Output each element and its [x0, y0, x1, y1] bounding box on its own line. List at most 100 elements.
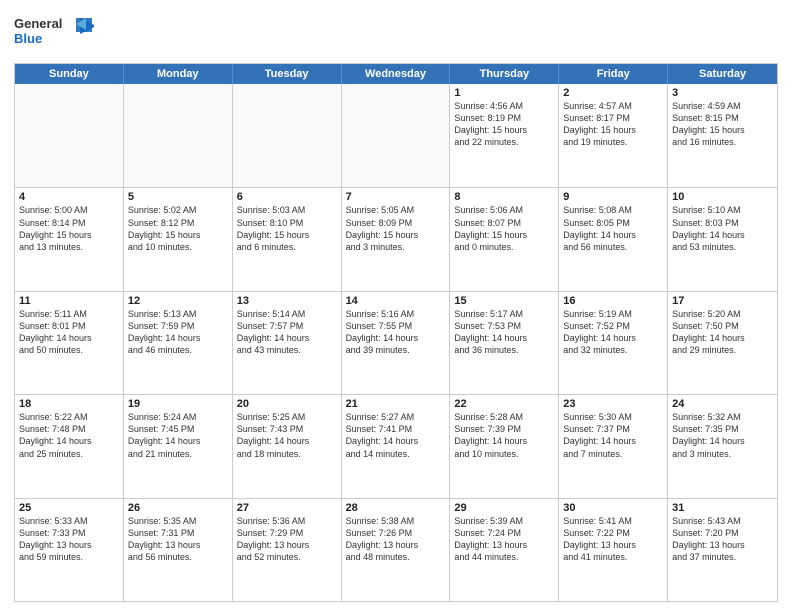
day-info: Sunrise: 5:10 AM Sunset: 8:03 PM Dayligh… [672, 204, 773, 253]
day-info: Sunrise: 5:28 AM Sunset: 7:39 PM Dayligh… [454, 411, 554, 460]
day-info: Sunrise: 5:19 AM Sunset: 7:52 PM Dayligh… [563, 308, 663, 357]
day-number: 7 [346, 191, 446, 203]
day-number: 4 [19, 191, 119, 203]
day-cell-14: 14Sunrise: 5:16 AM Sunset: 7:55 PM Dayli… [342, 292, 451, 394]
day-info: Sunrise: 4:59 AM Sunset: 8:15 PM Dayligh… [672, 100, 773, 149]
day-info: Sunrise: 5:02 AM Sunset: 8:12 PM Dayligh… [128, 204, 228, 253]
day-cell-1: 1Sunrise: 4:56 AM Sunset: 8:19 PM Daylig… [450, 84, 559, 187]
svg-text:General: General [14, 16, 62, 31]
day-cell-30: 30Sunrise: 5:41 AM Sunset: 7:22 PM Dayli… [559, 499, 668, 601]
day-info: Sunrise: 5:24 AM Sunset: 7:45 PM Dayligh… [128, 411, 228, 460]
day-cell-25: 25Sunrise: 5:33 AM Sunset: 7:33 PM Dayli… [15, 499, 124, 601]
day-info: Sunrise: 5:38 AM Sunset: 7:26 PM Dayligh… [346, 515, 446, 564]
day-info: Sunrise: 5:14 AM Sunset: 7:57 PM Dayligh… [237, 308, 337, 357]
day-number: 5 [128, 191, 228, 203]
day-cell-empty [233, 84, 342, 187]
day-number: 3 [672, 87, 773, 99]
day-number: 9 [563, 191, 663, 203]
day-number: 1 [454, 87, 554, 99]
day-info: Sunrise: 5:13 AM Sunset: 7:59 PM Dayligh… [128, 308, 228, 357]
day-cell-8: 8Sunrise: 5:06 AM Sunset: 8:07 PM Daylig… [450, 188, 559, 290]
day-number: 29 [454, 502, 554, 514]
day-info: Sunrise: 5:25 AM Sunset: 7:43 PM Dayligh… [237, 411, 337, 460]
day-cell-26: 26Sunrise: 5:35 AM Sunset: 7:31 PM Dayli… [124, 499, 233, 601]
svg-text:Blue: Blue [14, 31, 42, 46]
weekday-header-sunday: Sunday [15, 64, 124, 84]
day-info: Sunrise: 5:03 AM Sunset: 8:10 PM Dayligh… [237, 204, 337, 253]
day-cell-18: 18Sunrise: 5:22 AM Sunset: 7:48 PM Dayli… [15, 395, 124, 497]
day-cell-16: 16Sunrise: 5:19 AM Sunset: 7:52 PM Dayli… [559, 292, 668, 394]
day-cell-13: 13Sunrise: 5:14 AM Sunset: 7:57 PM Dayli… [233, 292, 342, 394]
weekday-header-thursday: Thursday [450, 64, 559, 84]
day-cell-9: 9Sunrise: 5:08 AM Sunset: 8:05 PM Daylig… [559, 188, 668, 290]
week-row-3: 11Sunrise: 5:11 AM Sunset: 8:01 PM Dayli… [15, 291, 777, 394]
day-number: 27 [237, 502, 337, 514]
day-cell-10: 10Sunrise: 5:10 AM Sunset: 8:03 PM Dayli… [668, 188, 777, 290]
day-cell-15: 15Sunrise: 5:17 AM Sunset: 7:53 PM Dayli… [450, 292, 559, 394]
weekday-header-monday: Monday [124, 64, 233, 84]
day-cell-5: 5Sunrise: 5:02 AM Sunset: 8:12 PM Daylig… [124, 188, 233, 290]
day-number: 22 [454, 398, 554, 410]
day-info: Sunrise: 5:08 AM Sunset: 8:05 PM Dayligh… [563, 204, 663, 253]
day-info: Sunrise: 5:16 AM Sunset: 7:55 PM Dayligh… [346, 308, 446, 357]
day-info: Sunrise: 5:11 AM Sunset: 8:01 PM Dayligh… [19, 308, 119, 357]
day-info: Sunrise: 5:41 AM Sunset: 7:22 PM Dayligh… [563, 515, 663, 564]
weekday-header-saturday: Saturday [668, 64, 777, 84]
day-number: 14 [346, 295, 446, 307]
day-cell-28: 28Sunrise: 5:38 AM Sunset: 7:26 PM Dayli… [342, 499, 451, 601]
week-row-1: 1Sunrise: 4:56 AM Sunset: 8:19 PM Daylig… [15, 84, 777, 187]
day-info: Sunrise: 5:06 AM Sunset: 8:07 PM Dayligh… [454, 204, 554, 253]
day-cell-31: 31Sunrise: 5:43 AM Sunset: 7:20 PM Dayli… [668, 499, 777, 601]
day-info: Sunrise: 5:39 AM Sunset: 7:24 PM Dayligh… [454, 515, 554, 564]
day-cell-empty [15, 84, 124, 187]
day-info: Sunrise: 5:35 AM Sunset: 7:31 PM Dayligh… [128, 515, 228, 564]
day-cell-2: 2Sunrise: 4:57 AM Sunset: 8:17 PM Daylig… [559, 84, 668, 187]
day-number: 28 [346, 502, 446, 514]
day-cell-7: 7Sunrise: 5:05 AM Sunset: 8:09 PM Daylig… [342, 188, 451, 290]
day-number: 31 [672, 502, 773, 514]
day-info: Sunrise: 5:30 AM Sunset: 7:37 PM Dayligh… [563, 411, 663, 460]
logo-area: General Blue [14, 10, 94, 57]
day-number: 12 [128, 295, 228, 307]
day-cell-24: 24Sunrise: 5:32 AM Sunset: 7:35 PM Dayli… [668, 395, 777, 497]
day-cell-4: 4Sunrise: 5:00 AM Sunset: 8:14 PM Daylig… [15, 188, 124, 290]
day-cell-3: 3Sunrise: 4:59 AM Sunset: 8:15 PM Daylig… [668, 84, 777, 187]
day-cell-21: 21Sunrise: 5:27 AM Sunset: 7:41 PM Dayli… [342, 395, 451, 497]
day-number: 18 [19, 398, 119, 410]
day-number: 21 [346, 398, 446, 410]
day-cell-17: 17Sunrise: 5:20 AM Sunset: 7:50 PM Dayli… [668, 292, 777, 394]
day-number: 23 [563, 398, 663, 410]
day-cell-20: 20Sunrise: 5:25 AM Sunset: 7:43 PM Dayli… [233, 395, 342, 497]
calendar-body: 1Sunrise: 4:56 AM Sunset: 8:19 PM Daylig… [15, 84, 777, 601]
day-cell-19: 19Sunrise: 5:24 AM Sunset: 7:45 PM Dayli… [124, 395, 233, 497]
day-cell-6: 6Sunrise: 5:03 AM Sunset: 8:10 PM Daylig… [233, 188, 342, 290]
week-row-4: 18Sunrise: 5:22 AM Sunset: 7:48 PM Dayli… [15, 394, 777, 497]
day-number: 26 [128, 502, 228, 514]
weekday-header-tuesday: Tuesday [233, 64, 342, 84]
day-number: 13 [237, 295, 337, 307]
logo: General Blue [14, 10, 94, 57]
day-info: Sunrise: 5:20 AM Sunset: 7:50 PM Dayligh… [672, 308, 773, 357]
day-number: 24 [672, 398, 773, 410]
day-number: 20 [237, 398, 337, 410]
weekday-header-friday: Friday [559, 64, 668, 84]
day-number: 25 [19, 502, 119, 514]
day-info: Sunrise: 5:27 AM Sunset: 7:41 PM Dayligh… [346, 411, 446, 460]
day-number: 11 [19, 295, 119, 307]
day-info: Sunrise: 5:32 AM Sunset: 7:35 PM Dayligh… [672, 411, 773, 460]
day-number: 30 [563, 502, 663, 514]
day-info: Sunrise: 5:00 AM Sunset: 8:14 PM Dayligh… [19, 204, 119, 253]
day-number: 15 [454, 295, 554, 307]
day-cell-23: 23Sunrise: 5:30 AM Sunset: 7:37 PM Dayli… [559, 395, 668, 497]
day-cell-11: 11Sunrise: 5:11 AM Sunset: 8:01 PM Dayli… [15, 292, 124, 394]
header: General Blue [14, 10, 778, 57]
calendar: SundayMondayTuesdayWednesdayThursdayFrid… [14, 63, 778, 602]
day-info: Sunrise: 5:17 AM Sunset: 7:53 PM Dayligh… [454, 308, 554, 357]
day-info: Sunrise: 4:57 AM Sunset: 8:17 PM Dayligh… [563, 100, 663, 149]
calendar-header: SundayMondayTuesdayWednesdayThursdayFrid… [15, 64, 777, 84]
page: General Blue SundayMondayTuesdayWednesda… [0, 0, 792, 612]
day-number: 17 [672, 295, 773, 307]
day-number: 10 [672, 191, 773, 203]
day-cell-12: 12Sunrise: 5:13 AM Sunset: 7:59 PM Dayli… [124, 292, 233, 394]
day-info: Sunrise: 5:05 AM Sunset: 8:09 PM Dayligh… [346, 204, 446, 253]
